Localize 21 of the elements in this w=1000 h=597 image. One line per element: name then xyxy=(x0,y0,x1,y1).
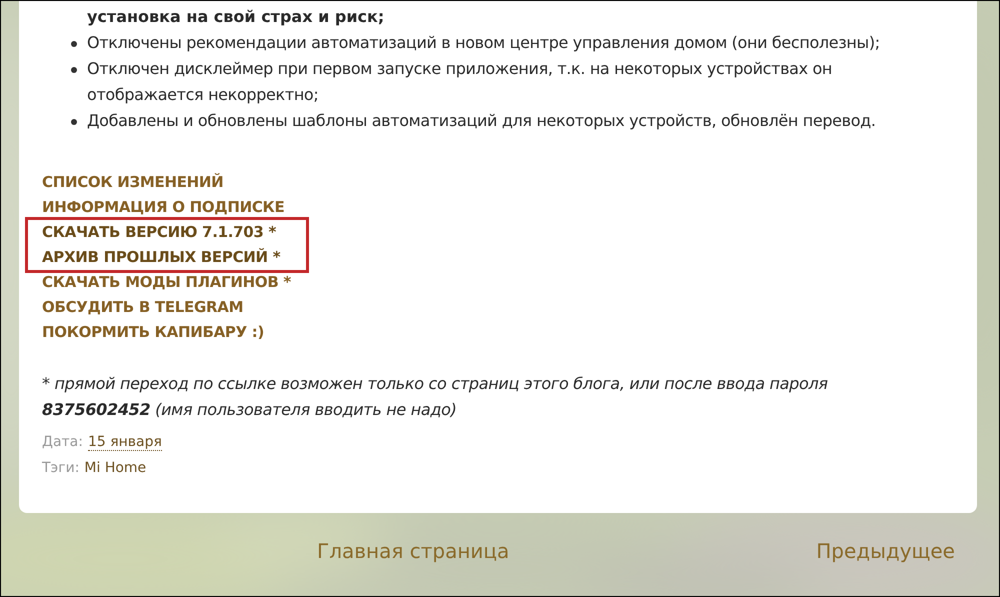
bullet-icon xyxy=(71,41,77,47)
nav-link[interactable]: СПИСОК ИЗМЕНЕНИЙ xyxy=(42,170,224,195)
nav-link[interactable]: ОБСУДИТЬ В TELEGRAM xyxy=(42,295,244,320)
nav-link[interactable]: СКАЧАТЬ МОДЫ ПЛАГИНОВ * xyxy=(42,270,291,295)
list-item-text: Добавлены и обновлены шаблоны автоматизаций для некоторых устройств, обновлён перевод. xyxy=(87,110,877,132)
nav-link[interactable]: ИНФОРМАЦИЯ О ПОДПИСКЕ xyxy=(42,195,284,220)
footnote: * прямой переход по ссылке возможен только со страниц этого блога, или после ввода пароля 8375602452 (имя пользователя вводить не надо) xyxy=(42,373,829,421)
tags-label: Тэги: xyxy=(42,460,80,476)
date-label: Дата: xyxy=(42,434,83,450)
list-item-text: Отключен дисклеймер при первом запуске приложения, т.к. на некоторых устройствах он отображается некорректно; xyxy=(87,58,834,106)
list-item-text: Отключены рекомендации автоматизаций в новом центре управления домом (они бесполезны); xyxy=(87,32,881,54)
list-item-text: установка на свой страх и риск; xyxy=(87,6,386,28)
home-link[interactable]: Главная страница xyxy=(317,539,510,563)
tag-link[interactable]: Mi Home xyxy=(84,460,146,476)
nav-link[interactable]: АРХИВ ПРОШЛЫХ ВЕРСИЙ * xyxy=(42,245,280,270)
bullet-icon xyxy=(71,67,77,73)
date-link[interactable]: 15 января xyxy=(88,434,162,451)
previous-link[interactable]: Предыдущее xyxy=(816,539,955,563)
bullet-icon xyxy=(71,119,77,125)
nav-link[interactable]: СКАЧАТЬ ВЕРСИЮ 7.1.703 * xyxy=(42,220,276,245)
nav-link[interactable]: ПОКОРМИТЬ КАПИБАРУ :) xyxy=(42,320,264,345)
